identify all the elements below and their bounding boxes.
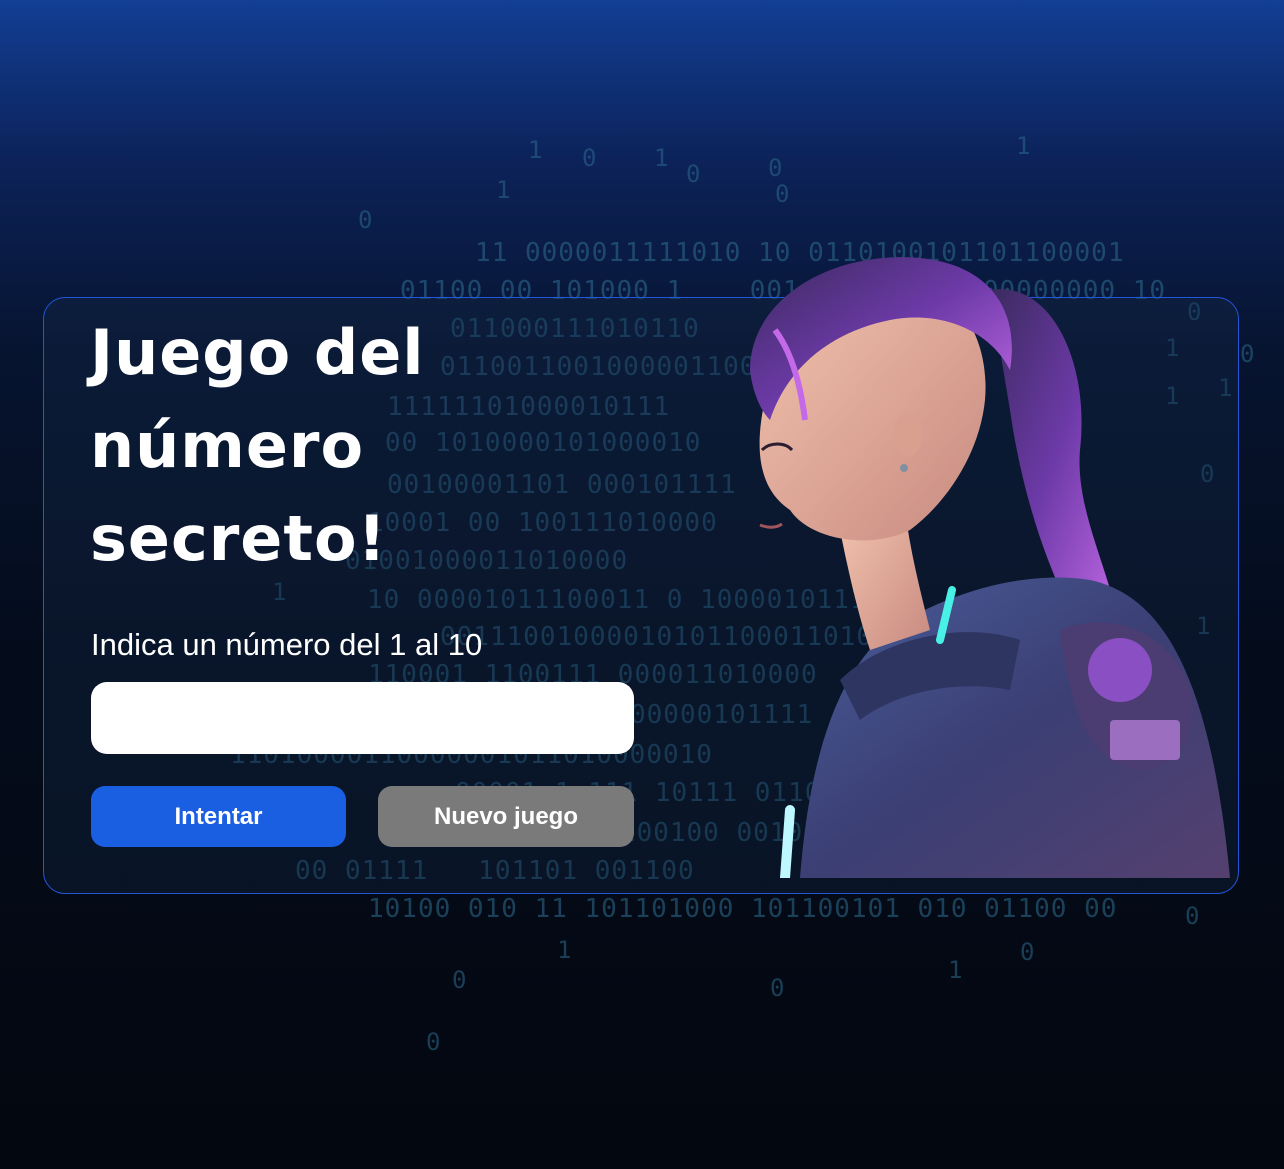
binary-digit: 0	[358, 206, 374, 234]
binary-digit: 0	[686, 160, 702, 188]
binary-digit: 0	[582, 144, 598, 172]
binary-digit: 0	[775, 180, 791, 208]
binary-digit: 1	[1016, 132, 1032, 160]
binary-digit: 1	[496, 176, 512, 204]
character-illustration	[690, 250, 1250, 878]
binary-digit: 0	[452, 966, 468, 994]
guess-number-input[interactable]	[91, 682, 634, 754]
binary-digit: 1	[948, 956, 964, 984]
binary-line: 10100 010 11 101101000 101100101 010 011…	[368, 894, 1118, 924]
binary-digit: 1	[528, 136, 544, 164]
binary-digit: 0	[770, 974, 786, 1002]
binary-digit: 0	[1185, 902, 1201, 930]
astronaut-girl-image	[750, 257, 1230, 878]
new-game-button[interactable]: Nuevo juego	[378, 786, 634, 847]
binary-digit: 0	[768, 154, 784, 182]
binary-digit: 1	[654, 144, 670, 172]
binary-digit: 0	[1020, 938, 1036, 966]
try-button[interactable]: Intentar	[91, 786, 346, 847]
guess-prompt-label: Indica un número del 1 al 10	[91, 627, 483, 662]
binary-digit: 0	[426, 1028, 442, 1056]
binary-digit: 1	[557, 936, 573, 964]
page-title: Juego del número secreto!	[90, 316, 425, 575]
